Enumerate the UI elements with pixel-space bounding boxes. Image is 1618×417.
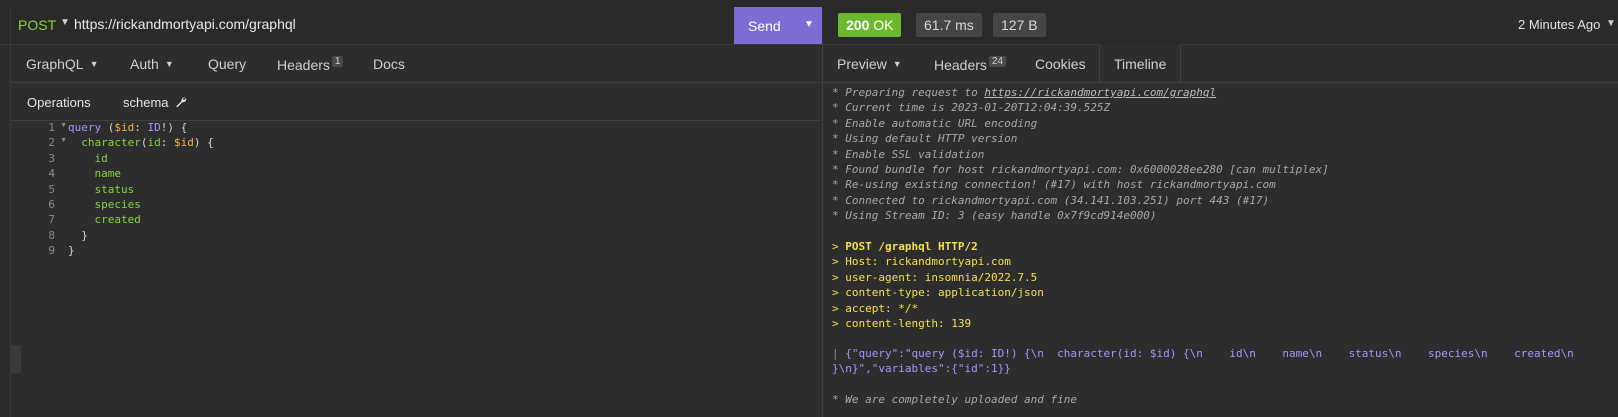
gutter-line: 6 [11, 198, 69, 213]
gutter-line: 7 [11, 213, 69, 228]
timeline-info-line: * Enable automatic URL encoding [832, 116, 1038, 130]
tab-label: Headers [934, 57, 987, 73]
tab-headers[interactable]: Headers 1 [277, 56, 344, 73]
pane-divider[interactable] [822, 44, 823, 417]
gutter-line: 1 ▼ [11, 121, 69, 136]
query-field: name [94, 167, 122, 181]
chevron-down-icon[interactable]: ▼ [1606, 18, 1616, 29]
line-number: 2 [48, 136, 55, 150]
timeline-info-line: * Re-using existing connection! (#17) wi… [832, 178, 1276, 192]
tab-label: schema [123, 95, 169, 110]
request-url-link[interactable]: https://rickandmortyapi.com/graphql [984, 86, 1216, 99]
chevron-down-icon[interactable]: ▼ [804, 19, 814, 30]
gutter-line: 3 [11, 152, 69, 167]
query-field: created [94, 213, 141, 227]
code-line: character(id: $id) { [81, 136, 214, 150]
timeline-request-line: > accept: */* [832, 301, 919, 315]
query-field: id [94, 151, 108, 165]
timeline-body-line: }\n}","variables":{"id":1}} [832, 362, 1011, 376]
timeline-info-line: * Preparing request to https://rickandmo… [832, 86, 1217, 99]
code-line: } [68, 244, 75, 258]
timeline-info-line: * Using default HTTP version [832, 132, 1018, 146]
tab-label: Headers [277, 57, 330, 73]
tab-cookies[interactable]: Cookies [1035, 56, 1086, 72]
timeline-log: * Preparing request to https://rickandmo… [832, 86, 1618, 417]
timeline-info-line: * Found bundle for host rickandmortyapi.… [832, 163, 1329, 176]
code-line: species [68, 198, 141, 213]
status-code: 200 [846, 17, 870, 33]
code-line: status [68, 182, 135, 198]
wrench-icon [176, 97, 187, 108]
line-number: 8 [48, 228, 55, 242]
request-tabs: GraphQL ▼ Auth ▼ Query Headers 1 Docs [11, 44, 822, 83]
fold-icon[interactable]: ▼ [60, 122, 67, 129]
response-size-badge: 127 B [993, 13, 1046, 37]
timeline-info-line: * Enable SSL validation [832, 147, 985, 161]
timeline-request-line: > user-agent: insomnia/2022.7.5 [832, 270, 1038, 284]
code-line: } [68, 228, 88, 242]
response-time-badge: 61.7 ms [916, 13, 982, 37]
url-input[interactable]: https://rickandmortyapi.com/graphql [74, 16, 296, 32]
line-number: 6 [48, 198, 55, 211]
tab-timeline[interactable]: Timeline [1114, 56, 1166, 72]
code-line: query ($id: ID!) { [68, 121, 188, 134]
tab-label: Preview [837, 56, 887, 72]
tab-schema[interactable]: schema [123, 95, 187, 110]
request-bar: POST ▼ https://rickandmortyapi.com/graph… [0, 0, 1618, 45]
gutter-line: 4 [11, 167, 69, 182]
timeline-request-line: > content-length: 139 [832, 317, 972, 330]
headers-count-badge: 24 [988, 56, 1007, 67]
fold-icon[interactable]: ▼ [60, 137, 67, 144]
send-button-label: Send [748, 18, 781, 34]
code-line: created [68, 213, 141, 228]
code-line: name [68, 167, 122, 182]
chevron-down-icon: ▼ [892, 59, 902, 69]
tab-label: GraphQL [26, 56, 84, 72]
gutter-line: 2 ▼ [11, 136, 69, 151]
tab-docs[interactable]: Docs [373, 56, 405, 72]
send-button[interactable]: Send ▼ [734, 7, 822, 44]
tab-operations[interactable]: Operations [27, 95, 91, 110]
tab-auth[interactable]: Auth ▼ [130, 56, 174, 72]
line-number: 9 [48, 244, 55, 258]
timeline-info-line: * Current time is 2023-01-20T12:04:39.52… [832, 101, 1111, 115]
timeline-request-line: > content-type: application/json [832, 286, 1044, 300]
timeline-info-line: * Connected to rickandmortyapi.com (34.1… [832, 193, 1270, 207]
query-field: species [94, 198, 141, 211]
response-tabs: Preview ▼ Headers 24 Cookies Timeline [823, 44, 1618, 83]
status-badge: 200 OK [838, 13, 902, 37]
query-field: status [94, 182, 135, 196]
graphql-subtabs: Operations schema [11, 83, 822, 121]
query-editor[interactable]: 1 ▼ 2 ▼ 3 4 5 6 7 8 9 query ($id: ID!) { c… [11, 121, 822, 417]
tab-response-headers[interactable]: Headers 24 [934, 56, 1007, 73]
timeline-info-line: * Using Stream ID: 3 (easy handle 0x7f9c… [832, 209, 1157, 223]
gutter-line: 5 [11, 183, 69, 198]
tab-graphql[interactable]: GraphQL ▼ [26, 56, 99, 72]
chevron-down-icon[interactable]: ▼ [60, 17, 70, 28]
tab-label: Auth [130, 56, 159, 72]
line-number: 7 [48, 213, 55, 227]
line-number: 3 [48, 151, 55, 165]
timeline-body-line: | {"query":"query ($id: ID!) {\n charact… [832, 347, 1574, 360]
timeline-info-line: * We are completely uploaded and fine [832, 393, 1078, 406]
line-number: 1 [48, 121, 55, 134]
headers-count-badge: 1 [331, 56, 344, 67]
response-history-dropdown[interactable]: 2 Minutes Ago [1518, 17, 1600, 32]
method-selector[interactable]: POST [18, 17, 56, 33]
code-line: id [68, 152, 108, 167]
chevron-down-icon: ▼ [164, 59, 174, 69]
chevron-down-icon: ▼ [89, 59, 99, 69]
gutter-line: 9 [11, 244, 69, 259]
tab-query[interactable]: Query [208, 56, 246, 72]
status-text: OK [873, 17, 894, 33]
line-number: 5 [48, 182, 55, 196]
timeline-request-line: > POST /graphql HTTP/2 [832, 240, 978, 253]
tab-preview[interactable]: Preview ▼ [837, 56, 902, 72]
timeline-request-line: > Host: rickandmortyapi.com [832, 255, 1011, 269]
active-line-marker [11, 345, 21, 373]
gutter-line: 8 [11, 229, 69, 244]
line-number: 4 [48, 167, 55, 181]
